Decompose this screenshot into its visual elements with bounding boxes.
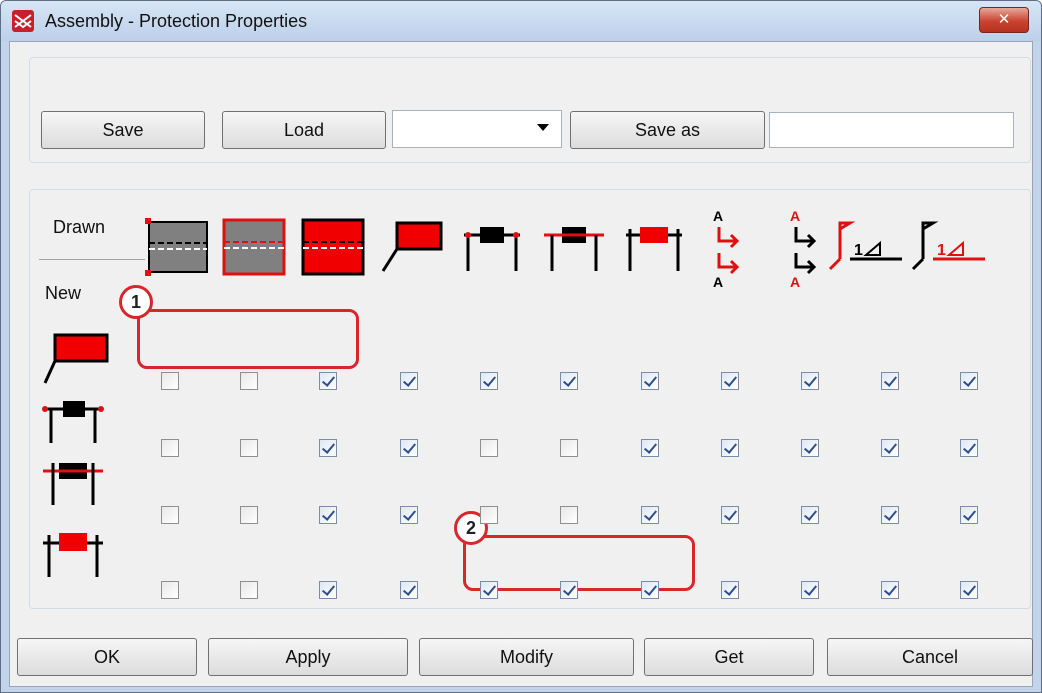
get-button[interactable]: Get bbox=[644, 638, 814, 676]
protection-checkbox-r3-c8[interactable] bbox=[721, 506, 739, 524]
protection-checkbox-r1-c9[interactable] bbox=[801, 372, 819, 390]
protection-checkbox-r2-c8[interactable] bbox=[721, 439, 739, 457]
protection-checkbox-r3-c10[interactable] bbox=[881, 506, 899, 524]
window-title: Assembly - Protection Properties bbox=[45, 11, 308, 31]
save-as-button[interactable]: Save as bbox=[570, 111, 765, 149]
protection-checkbox-r4-c9[interactable] bbox=[801, 581, 819, 599]
protection-red-filled-icon bbox=[301, 218, 365, 276]
protection-checkbox-r4-c11[interactable] bbox=[960, 581, 978, 599]
ok-button[interactable]: OK bbox=[17, 638, 197, 676]
title-bar[interactable]: Assembly - Protection Properties ✕ bbox=[1, 1, 1041, 41]
header-divider bbox=[39, 259, 145, 260]
protection-checkbox-r2-c4[interactable] bbox=[400, 439, 418, 457]
apply-button[interactable]: Apply bbox=[208, 638, 408, 676]
protection-checkbox-r3-c9[interactable] bbox=[801, 506, 819, 524]
protection-checkbox-r1-c10[interactable] bbox=[881, 372, 899, 390]
svg-text:A: A bbox=[790, 274, 800, 290]
save-button[interactable]: Save bbox=[41, 111, 205, 149]
callout-badge-1: 1 bbox=[119, 285, 153, 319]
protection-checkbox-r4-c7[interactable] bbox=[641, 581, 659, 599]
protection-checkbox-r3-c4[interactable] bbox=[400, 506, 418, 524]
protection-checkbox-r2-c5[interactable] bbox=[480, 439, 498, 457]
drawn-header-label: Drawn bbox=[53, 217, 106, 237]
protection-checkbox-r1-c5[interactable] bbox=[480, 372, 498, 390]
row-icon-protection-flag-red bbox=[43, 333, 109, 384]
row-icon-protection-black-post bbox=[42, 401, 104, 443]
protection-checkbox-r1-c2[interactable] bbox=[240, 372, 258, 390]
app-logo-icon bbox=[12, 10, 34, 32]
protection-checkbox-r2-c11[interactable] bbox=[960, 439, 978, 457]
protection-checkbox-r3-c3[interactable] bbox=[319, 506, 337, 524]
section-arrow-red-icon: A A bbox=[790, 208, 817, 290]
protection-checkbox-r1-c3[interactable] bbox=[319, 372, 337, 390]
protection-checkbox-r1-c6[interactable] bbox=[560, 372, 578, 390]
svg-text:A: A bbox=[790, 208, 800, 224]
protection-checkbox-r3-c7[interactable] bbox=[641, 506, 659, 524]
protection-checkbox-r1-c7[interactable] bbox=[641, 372, 659, 390]
protection-checkbox-r4-c10[interactable] bbox=[881, 581, 899, 599]
protection-checkbox-r4-c5[interactable] bbox=[480, 581, 498, 599]
protection-checkbox-r1-c11[interactable] bbox=[960, 372, 978, 390]
protection-checkbox-r4-c2[interactable] bbox=[240, 581, 258, 599]
dialog-window: Assembly - Protection Properties ✕ Save … bbox=[0, 0, 1042, 693]
level-mark-black-icon: 1 bbox=[911, 221, 985, 271]
svg-text:A: A bbox=[713, 208, 723, 224]
protection-checkbox-r4-c4[interactable] bbox=[400, 581, 418, 599]
protection-checkbox-r4-c6[interactable] bbox=[560, 581, 578, 599]
protection-black-post-icon bbox=[464, 227, 520, 271]
protection-gray-dashed-icon bbox=[145, 218, 208, 276]
row-icon-protection-red-block-post bbox=[43, 533, 103, 577]
row-icon-protection-red-line-post bbox=[43, 463, 103, 505]
protection-checkbox-r3-c2[interactable] bbox=[240, 506, 258, 524]
level-mark-red-icon: 1 bbox=[828, 221, 902, 271]
svg-text:1: 1 bbox=[854, 242, 863, 259]
chevron-down-icon bbox=[537, 124, 549, 131]
load-button[interactable]: Load bbox=[222, 111, 386, 149]
svg-text:A: A bbox=[713, 274, 723, 290]
protection-checkbox-r2-c2[interactable] bbox=[240, 439, 258, 457]
protection-flag-red-icon bbox=[381, 221, 443, 272]
callout-box-1 bbox=[137, 309, 359, 369]
protection-checkbox-r3-c11[interactable] bbox=[960, 506, 978, 524]
protection-checkbox-r2-c9[interactable] bbox=[801, 439, 819, 457]
settings-dropdown[interactable] bbox=[392, 110, 562, 148]
protection-checkbox-r4-c8[interactable] bbox=[721, 581, 739, 599]
protection-checkbox-r3-c5[interactable] bbox=[480, 506, 498, 524]
protection-red-line-post-icon bbox=[544, 227, 604, 271]
protection-checkbox-r1-c8[interactable] bbox=[721, 372, 739, 390]
protection-checkbox-r1-c1[interactable] bbox=[161, 372, 179, 390]
section-arrow-black-icon: A A bbox=[713, 208, 740, 290]
protection-checkbox-r3-c1[interactable] bbox=[161, 506, 179, 524]
protection-checkbox-r2-c7[interactable] bbox=[641, 439, 659, 457]
protection-checkbox-r2-c3[interactable] bbox=[319, 439, 337, 457]
protection-checkbox-r4-c3[interactable] bbox=[319, 581, 337, 599]
svg-text:1: 1 bbox=[937, 242, 946, 259]
cancel-button[interactable]: Cancel bbox=[827, 638, 1033, 676]
protection-checkbox-r1-c4[interactable] bbox=[400, 372, 418, 390]
protection-gray-red-outline-icon bbox=[222, 218, 286, 276]
protection-checkbox-r2-c1[interactable] bbox=[161, 439, 179, 457]
protection-checkbox-r4-c1[interactable] bbox=[161, 581, 179, 599]
protection-red-block-post-icon bbox=[626, 227, 682, 271]
save-as-name-input[interactable] bbox=[769, 112, 1014, 148]
new-header-label: New bbox=[45, 283, 82, 303]
close-button[interactable]: ✕ bbox=[979, 7, 1029, 33]
protection-checkbox-r2-c6[interactable] bbox=[560, 439, 578, 457]
protection-checkbox-r2-c10[interactable] bbox=[881, 439, 899, 457]
protection-checkbox-r3-c6[interactable] bbox=[560, 506, 578, 524]
modify-button[interactable]: Modify bbox=[419, 638, 634, 676]
